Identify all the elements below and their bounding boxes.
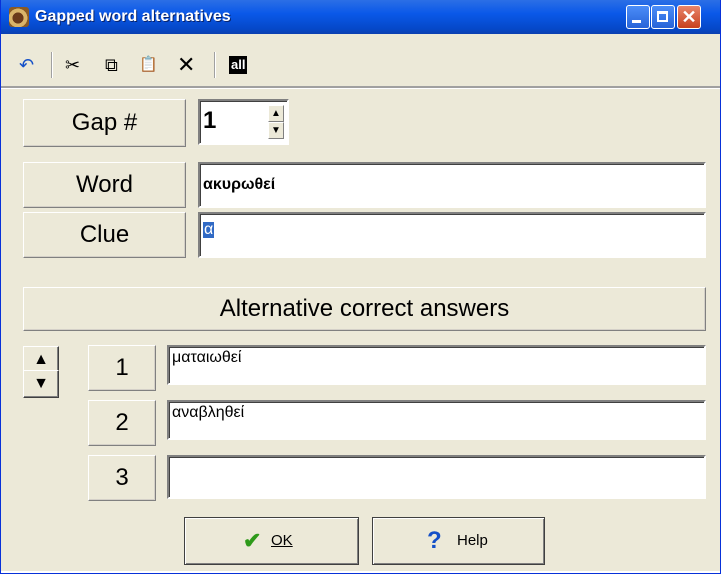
move-up-icon: ▲ — [33, 351, 49, 368]
alternative-number: 2 — [88, 400, 156, 446]
gap-label: Gap # — [23, 99, 186, 147]
spin-down-icon[interactable]: ▼ — [268, 122, 284, 139]
spin-up-icon[interactable]: ▲ — [268, 105, 284, 122]
close-button[interactable]: ✕ — [677, 5, 701, 29]
alternative-answer-value: ματαιωθεί — [172, 349, 242, 366]
clue-value: α — [203, 221, 215, 238]
gap-number-value: 1 — [203, 107, 217, 134]
maximize-button[interactable] — [651, 5, 675, 29]
checkmark-icon: ✔ — [243, 528, 262, 553]
app-icon — [9, 7, 29, 27]
paste-icon[interactable]: 📋 — [139, 54, 158, 76]
clue-field[interactable]: α — [198, 212, 706, 258]
ok-button-label: OK — [271, 532, 293, 549]
title-bar[interactable]: Gapped word alternatives ✕ — [1, 0, 720, 34]
ok-button[interactable]: ✔ OK — [184, 517, 359, 565]
word-field[interactable]: ακυρωθεί — [198, 162, 706, 208]
window-title: Gapped word alternatives — [35, 8, 231, 25]
move-down-button[interactable]: ▼ — [23, 370, 59, 398]
alternatives-header: Alternative correct answers — [23, 287, 706, 331]
maximize-icon — [657, 11, 668, 22]
alternative-answer-field[interactable] — [167, 455, 706, 499]
dialog-window: Gapped word alternatives ✕ ↶ ✂ ⧉ 📋 ✕ all… — [0, 0, 721, 574]
toolbar-separator — [214, 52, 216, 78]
minimize-icon — [632, 20, 641, 23]
dialog-bottom-edge — [1, 571, 720, 573]
word-label: Word — [23, 162, 186, 208]
gap-number-spinner[interactable]: 1 ▲ ▼ — [198, 99, 289, 145]
delete-icon[interactable]: ✕ — [177, 54, 195, 76]
alternative-number: 1 — [88, 345, 156, 391]
alternative-answer-field[interactable]: ματαιωθεί — [167, 345, 706, 385]
clue-label: Clue — [23, 212, 186, 258]
alternative-answer-value: αναβληθεί — [172, 404, 245, 421]
help-button-label: Help — [457, 532, 488, 549]
minimize-button[interactable] — [626, 5, 650, 29]
alternative-number: 3 — [88, 455, 156, 501]
select-all-button[interactable]: all — [229, 56, 248, 74]
undo-icon[interactable]: ↶ — [19, 54, 34, 76]
close-icon: ✕ — [681, 7, 697, 27]
copy-icon[interactable]: ⧉ — [105, 54, 118, 76]
help-button[interactable]: ? Help — [372, 517, 545, 565]
alternative-answer-field[interactable]: αναβληθεί — [167, 400, 706, 440]
toolbar-divider — [1, 86, 720, 89]
word-value: ακυρωθεί — [203, 176, 276, 193]
cut-icon[interactable]: ✂ — [65, 54, 80, 76]
toolbar-separator — [51, 52, 53, 78]
move-down-icon: ▼ — [33, 375, 49, 392]
help-icon: ? — [427, 527, 442, 554]
